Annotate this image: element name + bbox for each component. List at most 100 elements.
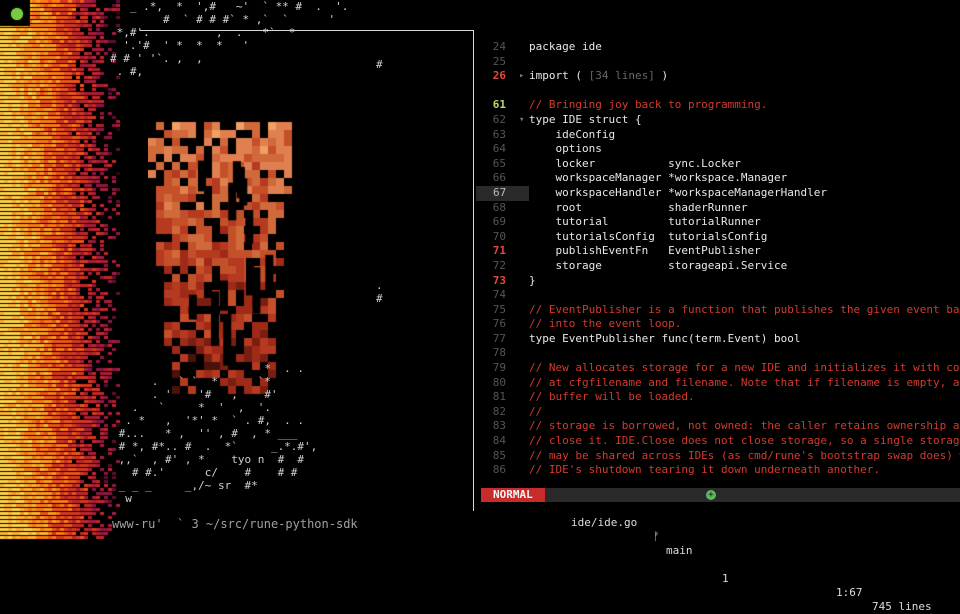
code-text: storage storageapi.Service — [529, 259, 787, 274]
code-text: tutorialsConfig tutorialsConfig — [529, 230, 767, 245]
editor-line[interactable]: 65 locker sync.Locker — [476, 157, 960, 172]
code-text: locker sync.Locker — [529, 156, 741, 172]
line-number: 68 — [492, 200, 506, 214]
editor-line[interactable]: 70 tutorialsConfig tutorialsConfig — [476, 230, 960, 245]
editor-line[interactable]: 25 — [476, 55, 960, 70]
editor-line[interactable]: 62 ▾ type IDE struct { — [476, 113, 960, 128]
fold-marker-icon[interactable]: ▾ — [519, 113, 524, 128]
editor-statusline: NORMAL ide/ide.go ᚠ main + 1 1:67 745 li… — [481, 488, 960, 613]
shell-prompt[interactable]: www-ru' ` 3 ~/src/rune-python-sdk — [112, 517, 358, 531]
editor-line[interactable]: 67 workspaceHandler *workspaceManagerHan… — [476, 185, 960, 201]
editor-line[interactable]: 84 // close it. IDE.Close does not close … — [476, 434, 960, 449]
editor-line[interactable]: 85 // may be shared across IDEs (as cmd/r… — [476, 449, 960, 464]
code-text: } — [529, 274, 536, 289]
code-text: // New allocates storage for a new IDE a… — [529, 361, 960, 376]
editor-line[interactable]: 78 — [476, 346, 960, 361]
code-segment: locker sync.Locker — [529, 156, 741, 170]
line-number: 63 — [492, 127, 506, 141]
editor-line[interactable]: 74 — [476, 288, 960, 303]
code-segment: // storage is borrowed, not owned: the c… — [529, 419, 960, 433]
line-number: 79 — [492, 361, 506, 375]
code-segment: ) — [654, 69, 669, 83]
plus-circle-icon: + — [706, 490, 716, 500]
editor-line[interactable]: 76 // into the event loop. — [476, 317, 960, 332]
status-cursor-position: 1:67 — [836, 586, 863, 599]
line-number: 77 — [492, 331, 506, 345]
editor-line[interactable] — [476, 84, 960, 99]
code-text: package ide — [529, 40, 602, 55]
line-number: 70 — [492, 229, 506, 243]
editor-line[interactable]: 26 ▸ import ( [34 lines] ) — [476, 69, 960, 84]
fire-logo-pixel-art — [148, 98, 298, 398]
code-segment: type IDE struct { — [529, 112, 642, 126]
code-segment: // close it. IDE.Close does not close st… — [529, 434, 960, 448]
fire-gradient-strip — [0, 0, 120, 540]
editor-line[interactable]: 64 options — [476, 142, 960, 157]
code-text: workspaceManager *workspace.Manager — [529, 171, 787, 186]
editor-line[interactable]: 86 // IDE's shutdown tearing it down unde… — [476, 463, 960, 478]
code-text: // — [529, 405, 542, 420]
window-status-dot[interactable] — [11, 8, 23, 20]
editor-line[interactable]: 68 root shaderRunner — [476, 201, 960, 216]
line-number: 80 — [492, 375, 506, 389]
editor-line[interactable]: 75 // EventPublisher is a function that p… — [476, 303, 960, 318]
branch-icon: ᚠ — [653, 530, 660, 543]
line-number: 62 — [492, 112, 506, 126]
folded-lines-summary[interactable]: [34 lines] — [589, 69, 655, 82]
editor-line[interactable]: 69 tutorial tutorialRunner — [476, 215, 960, 230]
editor-line[interactable]: 79 // New allocates storage for a new IDE… — [476, 361, 960, 376]
code-segment: ideConfig — [529, 127, 616, 141]
editor-line[interactable]: 80 // at cfgfilename and filename. Note t… — [476, 376, 960, 391]
code-text: // EventPublisher is a function that pub… — [529, 303, 960, 318]
editor-line[interactable]: 77 type EventPublisher func(term.Event) b… — [476, 332, 960, 347]
editor-line[interactable]: 73} — [476, 274, 960, 289]
code-text: // close it. IDE.Close does not close st… — [529, 434, 960, 449]
line-number: 65 — [492, 156, 506, 170]
status-diagnostic-count: 1 — [722, 572, 729, 585]
editor-line[interactable]: 82 // — [476, 405, 960, 420]
code-segment: // New allocates storage for a new IDE a… — [529, 361, 960, 375]
line-number: 84 — [492, 434, 506, 448]
code-segment: // IDE's shutdown tearing it down undern… — [529, 463, 880, 477]
line-number: 66 — [492, 171, 506, 185]
code-segment: type EventPublisher func(term.Event) boo… — [529, 331, 801, 345]
code-segment: tutorial tutorialRunner — [529, 215, 761, 229]
mode-badge: NORMAL — [481, 488, 545, 502]
line-number: 83 — [492, 419, 506, 433]
code-text: ideConfig — [529, 128, 615, 143]
code-segment: // EventPublisher is a function that pub… — [529, 302, 960, 316]
line-number: 69 — [492, 215, 506, 229]
code-text: options — [529, 142, 601, 157]
editor-line[interactable]: 63 ideConfig — [476, 128, 960, 143]
editor-line[interactable]: 72 storage storageapi.Service — [476, 259, 960, 274]
line-number: 78 — [492, 346, 506, 360]
fold-marker-icon[interactable]: ▸ — [519, 69, 524, 84]
line-number: 24 — [492, 40, 506, 53]
status-filename[interactable]: ide/ide.go — [571, 516, 637, 530]
code-segment: workspaceManager *workspace.Manager — [529, 171, 788, 185]
code-text: root shaderRunner — [529, 201, 747, 216]
editor-line[interactable]: 66 workspaceManager *workspace.Manager — [476, 171, 960, 186]
line-number: 26 — [492, 69, 506, 83]
code-text: type IDE struct { — [529, 113, 642, 128]
code-text: // into the event loop. — [529, 317, 681, 332]
line-number: 64 — [492, 142, 506, 156]
code-segment: storage storageapi.Service — [529, 258, 788, 272]
line-number: 67 — [476, 185, 529, 201]
line-number: 71 — [492, 244, 506, 258]
code-segment: tutorialsConfig tutorialsConfig — [529, 229, 768, 243]
code-text: // buffer will be loaded. — [529, 390, 695, 405]
status-branch: main — [666, 544, 693, 557]
code-segment: import ( — [529, 69, 589, 83]
editor-line[interactable]: 83 // storage is borrowed, not owned: the… — [476, 419, 960, 434]
code-text: // storage is borrowed, not owned: the c… — [529, 419, 960, 434]
editor-line[interactable]: 61 // Bringing joy back to programming. — [476, 98, 960, 113]
code-text: publishEventFn EventPublisher — [529, 244, 760, 259]
editor-line[interactable]: 81 // buffer will be loaded. — [476, 390, 960, 405]
line-number: 61 — [492, 98, 506, 112]
editor-line[interactable]: 24 package ide — [476, 40, 960, 55]
line-number: 85 — [492, 448, 506, 462]
code-editor[interactable]: 24 package ide 25 26 ▸ import ( [34 lines] ) 6… — [476, 40, 960, 482]
editor-line[interactable]: 71 publishEventFn EventPublisher — [476, 244, 960, 259]
code-segment: // — [529, 404, 543, 418]
